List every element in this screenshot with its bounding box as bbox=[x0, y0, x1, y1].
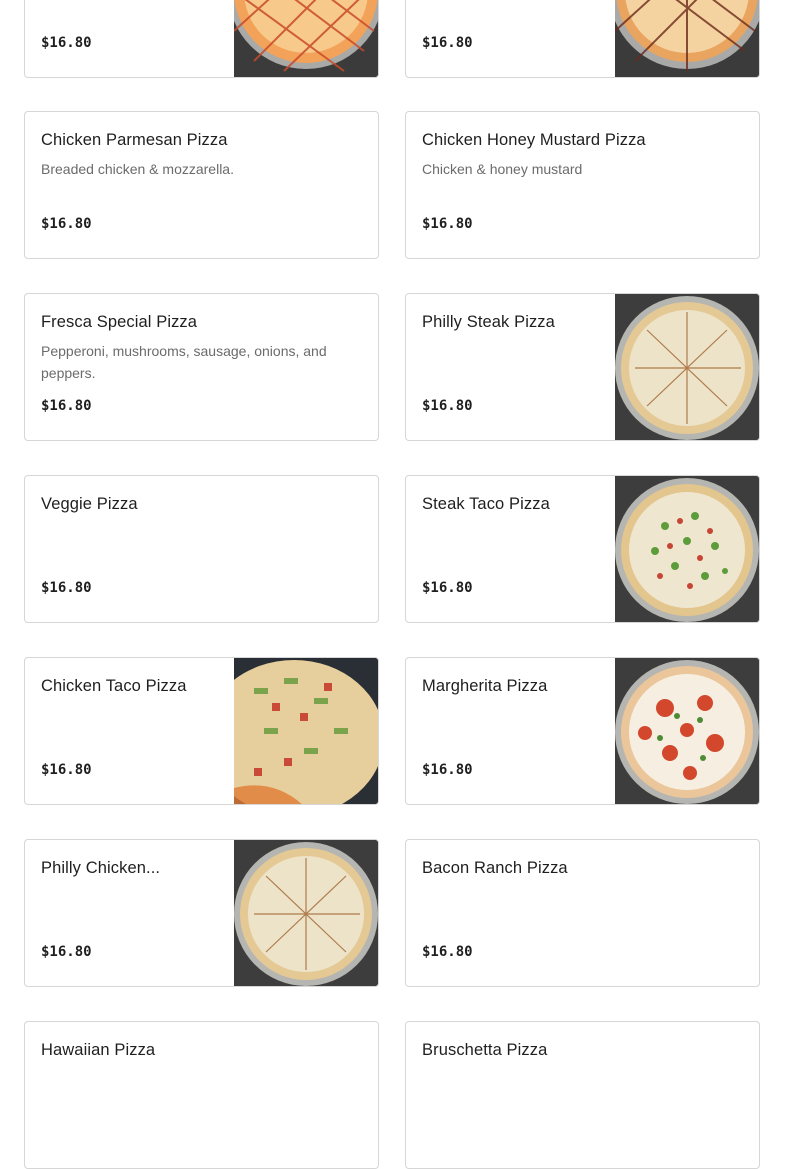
menu-item-price: $16.80 bbox=[422, 35, 473, 51]
menu-item-price: $16.80 bbox=[422, 580, 473, 596]
menu-item-price: $16.80 bbox=[41, 398, 92, 414]
menu-item-card[interactable]: Veggie Pizza $16.80 bbox=[24, 475, 379, 623]
menu-item-name: Philly Steak Pizza bbox=[422, 313, 555, 331]
menu-item-description: Chicken & honey mustard bbox=[422, 161, 583, 177]
menu-item-card[interactable]: Hawaiian Pizza bbox=[24, 1021, 379, 1169]
menu-item-card[interactable]: Chicken Taco Pizza $16.80 bbox=[24, 657, 379, 805]
menu-item-name: Margherita Pizza bbox=[422, 677, 548, 695]
menu-item-price: $16.80 bbox=[41, 216, 92, 232]
menu-item-card[interactable]: Philly Chicken... $16.80 bbox=[24, 839, 379, 987]
menu-item-photo bbox=[234, 840, 378, 986]
menu-item-photo bbox=[615, 0, 759, 77]
menu-item-price: $16.80 bbox=[422, 398, 473, 414]
menu-item-photo bbox=[234, 0, 378, 77]
menu-item-photo bbox=[615, 476, 759, 622]
menu-item-name: Chicken Taco Pizza bbox=[41, 677, 187, 695]
menu-item-name: Chicken Parmesan Pizza bbox=[41, 131, 228, 149]
menu-item-description: Pepperoni, mushrooms, sausage, onions, a… bbox=[41, 343, 327, 381]
menu-item-price: $16.80 bbox=[41, 35, 92, 51]
menu-item-card[interactable]: Philly Steak Pizza $16.80 bbox=[405, 293, 760, 441]
menu-item-card[interactable]: Steak Taco Pizza $16.80 bbox=[405, 475, 760, 623]
menu-item-card[interactable]: $16.80 bbox=[24, 0, 379, 78]
menu-item-name: Bruschetta Pizza bbox=[422, 1041, 548, 1059]
menu-item-price: $16.80 bbox=[41, 762, 92, 778]
menu-item-card[interactable]: $16.80 bbox=[405, 0, 760, 78]
menu-item-card[interactable]: Chicken Honey Mustard Pizza Chicken & ho… bbox=[405, 111, 760, 259]
menu-item-card[interactable]: Bruschetta Pizza bbox=[405, 1021, 760, 1169]
menu-item-name: Hawaiian Pizza bbox=[41, 1041, 156, 1059]
menu-item-card[interactable]: Chicken Parmesan Pizza Breaded chicken &… bbox=[24, 111, 379, 259]
menu-item-name: Chicken Honey Mustard Pizza bbox=[422, 131, 646, 149]
menu-item-description: Breaded chicken & mozzarella. bbox=[41, 161, 234, 177]
menu-item-photo bbox=[615, 658, 759, 804]
menu-item-name: Veggie Pizza bbox=[41, 495, 138, 513]
menu-item-name: Philly Chicken... bbox=[41, 859, 161, 877]
menu-item-name: Steak Taco Pizza bbox=[422, 495, 550, 513]
menu-item-price: $16.80 bbox=[422, 762, 473, 778]
menu-item-price: $16.80 bbox=[41, 944, 92, 960]
menu-item-card[interactable]: Fresca Special Pizza Pepperoni, mushroom… bbox=[24, 293, 379, 441]
menu-item-card[interactable]: Margherita Pizza $16.80 bbox=[405, 657, 760, 805]
menu-item-name: Bacon Ranch Pizza bbox=[422, 859, 568, 877]
menu-item-card[interactable]: Bacon Ranch Pizza $16.80 bbox=[405, 839, 760, 987]
menu-item-photo bbox=[615, 294, 759, 440]
menu-item-name: Fresca Special Pizza bbox=[41, 313, 198, 331]
menu-item-photo bbox=[234, 658, 378, 804]
menu-item-price: $16.80 bbox=[422, 944, 473, 960]
menu-item-price: $16.80 bbox=[422, 216, 473, 232]
menu-item-price: $16.80 bbox=[41, 580, 92, 596]
